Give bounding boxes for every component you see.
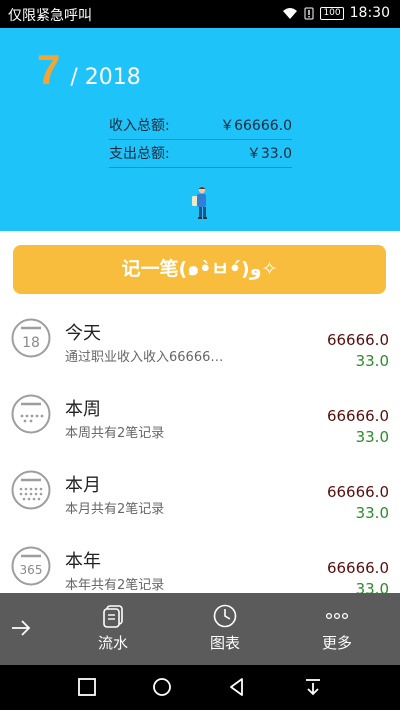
item-income: 66666.0 xyxy=(326,331,389,349)
month: 7 xyxy=(37,46,61,93)
walking-person-illustration xyxy=(192,186,207,219)
item-title: 本周 xyxy=(65,399,101,420)
list-icon xyxy=(103,605,123,628)
list-item-today[interactable]: 18 今天 通过职业收入收入66666… 66666.0 33.0 xyxy=(0,305,400,381)
wifi-icon xyxy=(283,7,298,19)
item-expense: 33.0 xyxy=(355,504,389,522)
battery-icon: 100 xyxy=(320,6,344,20)
expense-total: ￥33.0 xyxy=(246,146,292,162)
income-label: 收入总额: xyxy=(109,118,170,134)
calendar-day-text: 18 xyxy=(22,335,40,351)
tab-more[interactable]: 更多 xyxy=(297,603,377,653)
calendar-month-icon xyxy=(11,470,51,510)
item-title: 本月 xyxy=(65,475,101,496)
item-subtitle: 本周共有2笔记录 xyxy=(65,426,165,441)
tab-label: 图表 xyxy=(209,634,240,652)
item-expense: 33.0 xyxy=(355,352,389,370)
item-subtitle: 本年共有2笔记录 xyxy=(65,578,165,593)
calendar-year-text: 365 xyxy=(20,563,43,577)
list-item-week[interactable]: 本周 本周共有2笔记录 66666.0 33.0 xyxy=(0,381,400,457)
recent-apps-icon[interactable] xyxy=(77,677,97,697)
item-income: 66666.0 xyxy=(326,559,389,577)
tab-label: 流水 xyxy=(97,634,128,652)
tab-label: 更多 xyxy=(321,634,352,652)
item-income: 66666.0 xyxy=(326,407,389,425)
calendar-day-icon: 18 xyxy=(11,318,51,358)
summary: 收入总额: ￥66666.0 支出总额: ￥33.0 xyxy=(109,112,292,168)
carrier-text: 仅限紧急呼叫 xyxy=(8,8,92,24)
calendar-week-icon xyxy=(11,394,51,434)
tab-bar: 流水 图表 更多 xyxy=(0,593,400,665)
more-dots-icon xyxy=(325,612,349,620)
clock-chart-icon xyxy=(213,604,237,628)
expense-label: 支出总额: xyxy=(109,146,170,162)
back-icon[interactable] xyxy=(227,677,247,697)
record-entry-button[interactable]: 记一笔(๑•̀ㅂ•́)و✧ xyxy=(13,245,386,294)
status-bar: 仅限紧急呼叫 100 18:30 xyxy=(0,0,400,28)
year: / 2018 xyxy=(70,65,141,90)
item-title: 今天 xyxy=(65,323,101,344)
status-icons: 100 18:30 xyxy=(282,5,390,21)
list-item-month[interactable]: 本月 本月共有2笔记录 66666.0 33.0 xyxy=(0,457,400,533)
arrow-right-icon[interactable] xyxy=(10,617,32,639)
system-nav-bar xyxy=(0,665,400,710)
expense-summary: 支出总额: ￥33.0 xyxy=(109,140,292,168)
tab-chart[interactable]: 图表 xyxy=(185,603,265,653)
item-subtitle: 本月共有2笔记录 xyxy=(65,502,165,517)
income-total: ￥66666.0 xyxy=(220,118,292,134)
date-display[interactable]: 7 / 2018 xyxy=(37,46,141,94)
notification-pull-icon[interactable] xyxy=(303,677,323,697)
calendar-year-icon: 365 xyxy=(11,546,51,586)
home-icon[interactable] xyxy=(152,677,172,697)
period-list: 18 今天 通过职业收入收入66666… 66666.0 33.0 本周 本周共… xyxy=(0,305,400,609)
item-expense: 33.0 xyxy=(355,428,389,446)
income-summary: 收入总额: ￥66666.0 xyxy=(109,112,292,140)
item-subtitle: 通过职业收入收入66666… xyxy=(65,350,224,365)
clock: 18:30 xyxy=(349,5,390,21)
tab-flow[interactable]: 流水 xyxy=(73,603,153,653)
sim-alert-icon xyxy=(304,7,314,19)
item-title: 本年 xyxy=(65,551,101,572)
item-income: 66666.0 xyxy=(326,483,389,501)
